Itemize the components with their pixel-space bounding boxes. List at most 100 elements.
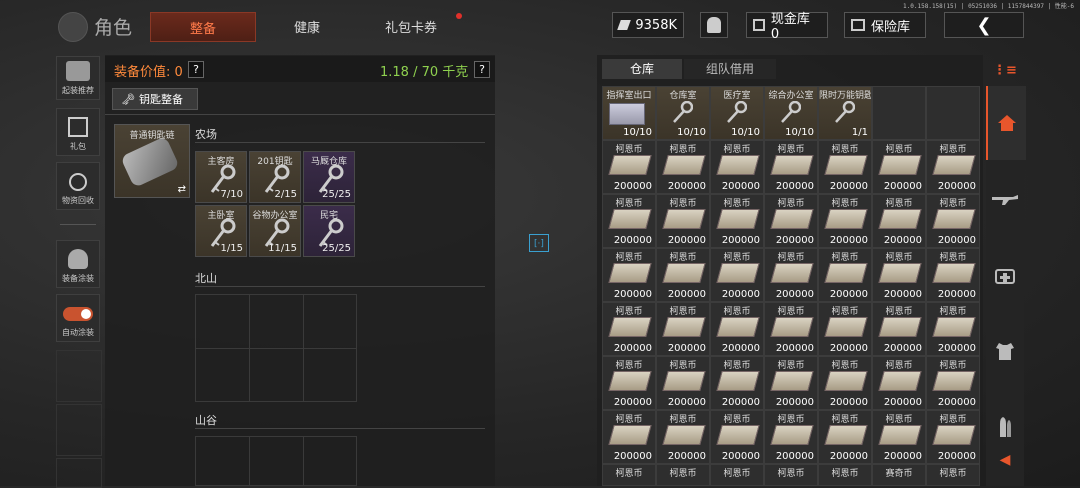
sidebar-item-recycle[interactable]: 物资回收: [56, 162, 100, 210]
nav-armor[interactable]: [986, 314, 1024, 388]
currency-count: 200000: [883, 235, 922, 246]
currency-stack[interactable]: 柯恩币: [602, 464, 656, 486]
sidebar-item-auto-skin[interactable]: 自动涂装: [56, 294, 100, 342]
currency-stack[interactable]: 柯恩币 200000: [872, 194, 926, 248]
sidebar-item-label: 装备涂装: [62, 274, 94, 283]
currency-stack[interactable]: 柯恩币 200000: [710, 140, 764, 194]
currency-stack[interactable]: 柯恩币: [764, 464, 818, 486]
currency-stack[interactable]: 柯恩币 200000: [710, 194, 764, 248]
currency-stack[interactable]: 柯恩币 200000: [656, 302, 710, 356]
currency-count: 200000: [613, 343, 652, 354]
currency-stack[interactable]: 柯恩币 200000: [602, 248, 656, 302]
key-slot[interactable]: 主卧室 1/15: [195, 205, 247, 257]
value-help-button[interactable]: ?: [188, 61, 204, 78]
currency-stack[interactable]: 柯恩币 200000: [818, 194, 872, 248]
agent-button[interactable]: [700, 12, 728, 38]
currency-stack[interactable]: 柯恩币 200000: [710, 410, 764, 464]
currency-stack[interactable]: 柯恩币 200000: [602, 194, 656, 248]
currency-stack[interactable]: 柯恩币: [818, 464, 872, 486]
key-slot[interactable]: 201钥匙 2/15: [249, 151, 301, 203]
tab-warehouse[interactable]: 仓库: [602, 59, 682, 79]
warehouse-item[interactable]: 限时万能钥匙 1/1: [818, 86, 872, 140]
currency-stack[interactable]: 柯恩币 200000: [926, 410, 980, 464]
sidebar-item-recommend[interactable]: 起装推荐: [56, 56, 100, 100]
warehouse-item[interactable]: 综合办公室 10/10: [764, 86, 818, 140]
currency-stack[interactable]: 柯恩币 200000: [926, 248, 980, 302]
valley-key-grid[interactable]: [195, 436, 357, 486]
currency-stack[interactable]: 柯恩币 200000: [602, 356, 656, 410]
keychain-slot[interactable]: 普通钥匙链 ⇄: [114, 124, 190, 198]
currency-stack[interactable]: 柯恩币 200000: [872, 140, 926, 194]
currency-stack[interactable]: 柯恩币 200000: [602, 302, 656, 356]
currency-stack[interactable]: 柯恩币 200000: [926, 140, 980, 194]
currency-stack[interactable]: 柯恩币 200000: [764, 302, 818, 356]
currency-stack[interactable]: 柯恩币 200000: [710, 248, 764, 302]
swap-icon[interactable]: ⇄: [178, 184, 186, 195]
currency-stack[interactable]: 柯恩币 200000: [764, 248, 818, 302]
currency-stack[interactable]: 柯恩币 200000: [656, 356, 710, 410]
empty-cell[interactable]: [872, 86, 926, 140]
currency-button[interactable]: 9358K: [612, 12, 684, 38]
cash-stack-icon: [608, 317, 652, 337]
currency-stack[interactable]: 柯恩币 200000: [656, 194, 710, 248]
key-icon: [781, 101, 801, 123]
currency-stack[interactable]: 赛奇币: [872, 464, 926, 486]
warehouse-item[interactable]: 仓库室 10/10: [656, 86, 710, 140]
key-slot[interactable]: 马厩仓库 25/25: [303, 151, 355, 203]
currency-stack[interactable]: 柯恩币 200000: [926, 194, 980, 248]
cash-vault-button[interactable]: 现金库 0: [746, 12, 828, 42]
currency-stack[interactable]: 柯恩币 200000: [764, 410, 818, 464]
empty-cell[interactable]: [926, 86, 980, 140]
currency-stack[interactable]: 柯恩币 200000: [872, 302, 926, 356]
currency-stack[interactable]: 柯恩币 200000: [602, 410, 656, 464]
currency-stack[interactable]: 柯恩币 200000: [710, 356, 764, 410]
weight-help-button[interactable]: ?: [474, 61, 490, 78]
currency-stack[interactable]: 柯恩币: [656, 464, 710, 486]
currency-stack[interactable]: 柯恩币 200000: [764, 194, 818, 248]
sort-button[interactable]: ⋮≡: [986, 55, 1024, 85]
nav-weapons[interactable]: [986, 162, 1024, 236]
currency-stack[interactable]: 柯恩币: [926, 464, 980, 486]
nav-medical[interactable]: [986, 238, 1024, 312]
currency-stack[interactable]: 柯恩币: [710, 464, 764, 486]
collapse-button[interactable]: ◀: [986, 446, 1024, 474]
tab-gift-cards[interactable]: 礼包卡券: [362, 12, 460, 40]
safe-box-button[interactable]: 保险库: [844, 12, 926, 38]
back-button[interactable]: ❮: [944, 12, 1024, 38]
tab-loadout[interactable]: 整备: [150, 12, 256, 42]
sidebar-item-gift[interactable]: 礼包: [56, 108, 100, 156]
key-slot[interactable]: 主客房 7/10: [195, 151, 247, 203]
currency-stack[interactable]: 柯恩币 200000: [872, 410, 926, 464]
currency-stack[interactable]: 柯恩币 200000: [656, 248, 710, 302]
currency-stack[interactable]: 柯恩币 200000: [818, 356, 872, 410]
currency-stack[interactable]: 柯恩币 200000: [872, 248, 926, 302]
currency-stack[interactable]: 柯恩币 200000: [926, 356, 980, 410]
key-slot[interactable]: 谷物办公室 11/15: [249, 205, 301, 257]
currency-stack[interactable]: 柯恩币 200000: [764, 140, 818, 194]
currency-stack[interactable]: 柯恩币 200000: [818, 410, 872, 464]
key-loadout-button[interactable]: 🗝 钥匙整备: [112, 88, 198, 110]
currency-stack[interactable]: 柯恩币 200000: [656, 410, 710, 464]
warehouse-item[interactable]: 医疗室 10/10: [710, 86, 764, 140]
tab-team-borrow[interactable]: 组队借用: [684, 59, 776, 79]
sidebar-item-skin[interactable]: 装备涂装: [56, 240, 100, 288]
currency-stack[interactable]: 柯恩币 200000: [656, 140, 710, 194]
currency-stack[interactable]: 柯恩币 200000: [818, 248, 872, 302]
warehouse-item[interactable]: 指挥室出口 10/10: [602, 86, 656, 140]
currency-stack[interactable]: 柯恩币 200000: [818, 302, 872, 356]
currency-stack[interactable]: 柯恩币 200000: [764, 356, 818, 410]
key-slot[interactable]: 民宅 25/25: [303, 205, 355, 257]
currency-stack[interactable]: 柯恩币 200000: [872, 356, 926, 410]
auto-skin-toggle[interactable]: [63, 307, 93, 321]
currency-name: 柯恩币: [669, 415, 697, 425]
currency-name: 柯恩币: [777, 361, 805, 371]
currency-stack[interactable]: 柯恩币 200000: [710, 302, 764, 356]
currency-stack[interactable]: 柯恩币 200000: [818, 140, 872, 194]
tab-health[interactable]: 健康: [260, 12, 354, 40]
currency-count: 200000: [829, 235, 868, 246]
currency-count: 200000: [667, 181, 706, 192]
currency-stack[interactable]: 柯恩币 200000: [926, 302, 980, 356]
currency-stack[interactable]: 柯恩币 200000: [602, 140, 656, 194]
currency-count: 200000: [883, 289, 922, 300]
nav-home[interactable]: [986, 86, 1026, 160]
